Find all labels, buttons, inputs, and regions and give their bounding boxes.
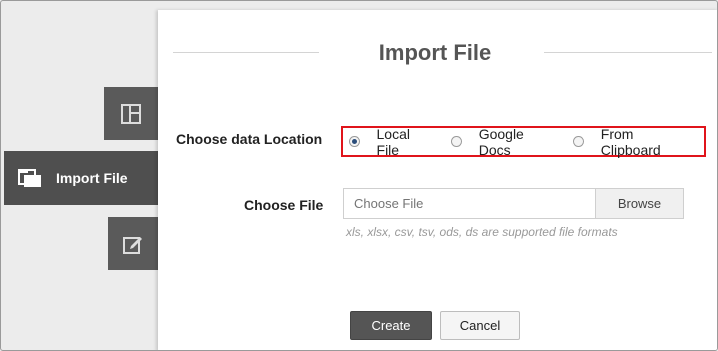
choose-file-label: Choose File — [244, 197, 324, 213]
layout-rail-button[interactable] — [104, 87, 158, 140]
import-file-rail-button[interactable]: Import File — [4, 151, 158, 205]
edit-rail-button[interactable] — [108, 217, 158, 270]
radio-google-docs[interactable] — [451, 136, 462, 147]
radio-from-clipboard[interactable] — [573, 136, 584, 147]
file-path-input[interactable] — [343, 188, 595, 219]
cancel-button[interactable]: Cancel — [440, 311, 520, 340]
title-divider-left — [173, 52, 319, 53]
create-button[interactable]: Create — [350, 311, 432, 340]
location-radio-group: Local File Google Docs From Clipboard — [341, 126, 706, 158]
radio-local-file-label[interactable]: Local File — [377, 126, 434, 158]
location-label: Choose data Location — [176, 131, 323, 147]
app-window: Import File Import File Choose data Loca… — [0, 0, 718, 351]
title-divider-right — [544, 52, 712, 53]
supported-formats-hint: xls, xlsx, csv, tsv, ods, ds are support… — [346, 225, 618, 239]
radio-from-clipboard-label[interactable]: From Clipboard — [601, 126, 692, 158]
folder-icon — [18, 169, 41, 187]
radio-google-docs-label[interactable]: Google Docs — [479, 126, 556, 158]
dialog-title: Import File — [378, 40, 492, 65]
import-file-label: Import File — [56, 170, 128, 186]
browse-button[interactable]: Browse — [595, 188, 684, 219]
layout-icon — [121, 103, 141, 124]
radio-local-file[interactable] — [349, 136, 360, 147]
import-dialog: Import File Choose data Location Local F… — [158, 10, 717, 350]
edit-icon — [123, 236, 142, 254]
